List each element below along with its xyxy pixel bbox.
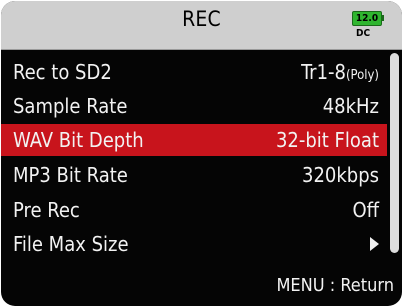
menu-item-pre-rec[interactable]: Pre Rec Off <box>1 194 387 226</box>
menu-item-label: MP3 Bit Rate <box>13 163 128 187</box>
title-bar: REC 12.0 DC <box>1 1 402 50</box>
menu-item-value: 320kbps <box>302 163 379 187</box>
screen-title: REC <box>182 7 221 31</box>
menu-item-value: Off <box>352 198 379 222</box>
menu-return-hint: MENU : Return <box>276 275 394 296</box>
value-suffix: (Poly) <box>345 68 379 83</box>
submenu-arrow <box>370 232 379 256</box>
value-main: Tr1-8 <box>301 60 346 84</box>
menu-item-value: 48kHz <box>322 94 379 118</box>
device-screen: REC 12.0 DC Rec to SD2 Tr1-8(Poly) Sampl… <box>1 1 402 306</box>
menu-item-value: Tr1-8(Poly) <box>301 60 379 84</box>
arrow-right-icon <box>370 237 379 251</box>
menu-item-wav-bit-depth[interactable]: WAV Bit Depth 32-bit Float <box>1 124 387 156</box>
menu-item-file-max-size[interactable]: File Max Size <box>1 228 387 260</box>
menu-item-label: Sample Rate <box>13 94 128 118</box>
menu-item-rec-to-sd2[interactable]: Rec to SD2 Tr1-8(Poly) <box>1 56 387 88</box>
menu-item-value: 32-bit Float <box>275 128 379 152</box>
battery-indicator: 12.0 DC <box>352 9 388 43</box>
menu-item-sample-rate[interactable]: Sample Rate 48kHz <box>1 90 387 122</box>
menu-item-label: File Max Size <box>13 232 129 256</box>
menu-item-mp3-bit-rate[interactable]: MP3 Bit Rate 320kbps <box>1 159 387 191</box>
battery-tip <box>381 15 384 21</box>
menu-item-label: Pre Rec <box>13 198 80 222</box>
menu-item-label: Rec to SD2 <box>13 60 112 84</box>
scrollbar[interactable] <box>390 53 399 253</box>
power-source-label: DC <box>356 28 371 39</box>
battery-icon: 12.0 <box>352 11 382 26</box>
menu-item-label: WAV Bit Depth <box>13 128 144 152</box>
